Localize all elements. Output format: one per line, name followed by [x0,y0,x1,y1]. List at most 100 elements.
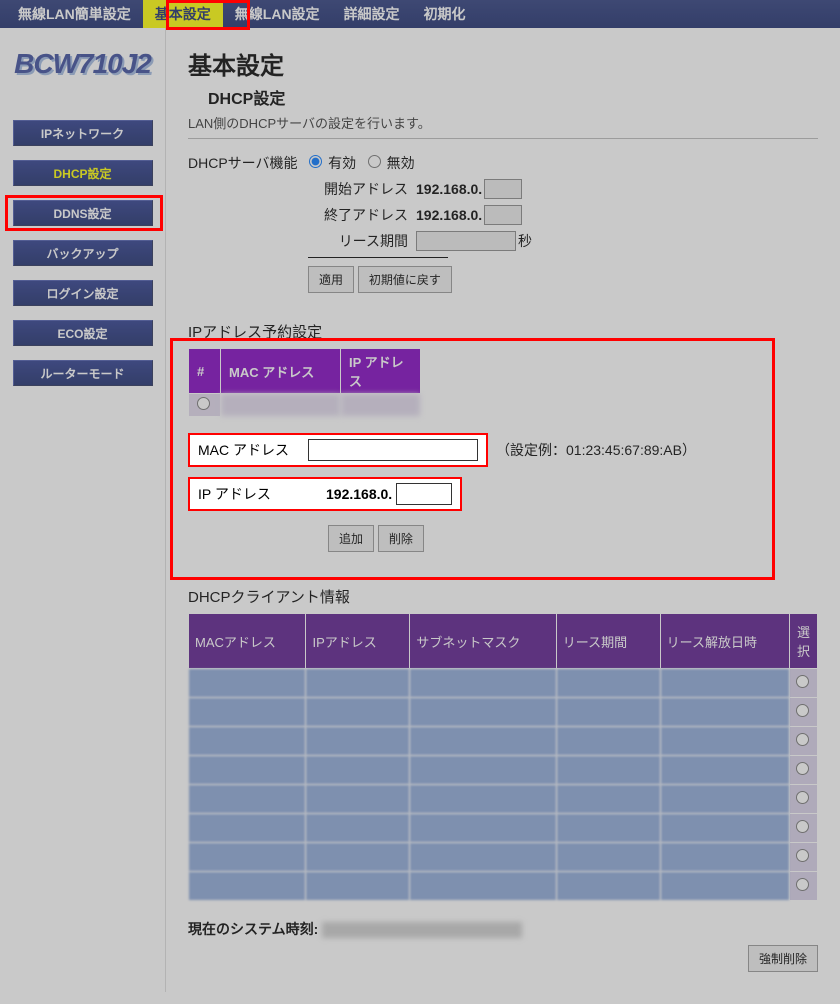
client-cell: xxxxxxxxxx [660,756,789,785]
client-select-cell [790,785,818,814]
client-select-cell [790,843,818,872]
sidebar-item-ddns[interactable]: DDNS設定 [13,200,153,226]
reset-button[interactable]: 初期値に戻す [358,266,452,293]
client-select-radio[interactable] [796,675,809,688]
dhcp-enable-radio[interactable] [309,155,322,168]
end-addr-input[interactable] [484,205,522,225]
cl-col-select: 選択 [790,614,818,669]
add-button[interactable]: 追加 [328,525,374,552]
reservation-row: 00:00:00:00:00 192.168.0 [189,394,421,417]
client-select-cell [790,698,818,727]
client-cell: xxxxxxxxxx [189,669,306,698]
client-cell: xxxxxxxxxx [306,756,410,785]
apply-button[interactable]: 適用 [308,266,354,293]
client-row: xxxxxxxxxxxxxxxxxxxxxxxxxxxxxxxxxxxxxxxx… [189,872,818,901]
sidebar-item-router[interactable]: ルーターモード [13,360,153,386]
client-cell: xxxxxxxxxx [410,727,556,756]
ip-input[interactable] [396,483,452,505]
mac-input[interactable] [308,439,478,461]
client-cell: xxxxxxxxxx [410,756,556,785]
start-addr-label: 開始アドレス [308,179,408,199]
client-cell: xxxxxxxxxx [556,669,660,698]
client-cell: xxxxxxxxxx [306,669,410,698]
start-addr-input[interactable] [484,179,522,199]
cl-col-mac: MACアドレス [189,614,306,669]
top-nav: 無線LAN簡単設定 基本設定 無線LAN設定 詳細設定 初期化 [0,0,840,28]
delete-button[interactable]: 削除 [378,525,424,552]
nav-wlan[interactable]: 無線LAN設定 [223,0,332,28]
client-select-cell [790,756,818,785]
client-cell: xxxxxxxxxx [410,872,556,901]
client-select-radio[interactable] [796,762,809,775]
ip-label: IP アドレス [198,484,308,504]
client-select-radio[interactable] [796,733,809,746]
ip-prefix: 192.168.0. [326,486,392,502]
res-col-mac: MAC アドレス [221,349,341,394]
systime-value [322,922,522,938]
clients-title: DHCPクライアント情報 [188,586,818,607]
client-cell: xxxxxxxxxx [556,785,660,814]
client-cell: xxxxxxxxxx [660,785,789,814]
client-row: xxxxxxxxxxxxxxxxxxxxxxxxxxxxxxxxxxxxxxxx… [189,814,818,843]
dhcp-disable-radio[interactable] [368,155,381,168]
client-cell: xxxxxxxxxx [189,698,306,727]
sidebar-item-login[interactable]: ログイン設定 [13,280,153,306]
client-cell: xxxxxxxxxx [189,727,306,756]
res-col-num: # [189,349,221,394]
sidebar: BCW710J2 IPネットワーク DHCP設定 DDNS設定 バックアップ ロ… [0,28,165,992]
sidebar-item-eco[interactable]: ECO設定 [13,320,153,346]
lease-label: リース期間 [308,231,408,251]
client-cell: xxxxxxxxxx [189,756,306,785]
sidebar-item-dhcp[interactable]: DHCP設定 [13,160,153,186]
dhcp-enable-label: 有効 [328,155,356,171]
dhcp-func-label: DHCPサーバ機能 [188,155,298,171]
client-select-radio[interactable] [796,791,809,804]
sidebar-item-ipnetwork[interactable]: IPネットワーク [13,120,153,146]
mac-field-box: MAC アドレス [188,433,488,467]
client-cell: xxxxxxxxxx [660,727,789,756]
res-row-mac: 00:00:00:00:00 [221,394,341,417]
reservation-title: IPアドレス予約設定 [188,321,818,342]
client-cell: xxxxxxxxxx [660,698,789,727]
client-select-radio[interactable] [796,849,809,862]
cl-col-ip: IPアドレス [306,614,410,669]
main-content: 基本設定 DHCP設定 LAN側のDHCPサーバの設定を行います。 DHCPサー… [165,28,840,992]
systime-label: 現在のシステム時刻: [188,921,318,937]
cl-col-lease: リース期間 [556,614,660,669]
client-row: xxxxxxxxxxxxxxxxxxxxxxxxxxxxxxxxxxxxxxxx… [189,785,818,814]
client-cell: xxxxxxxxxx [556,843,660,872]
client-cell: xxxxxxxxxx [556,756,660,785]
client-cell: xxxxxxxxxx [306,727,410,756]
ip-field-box: IP アドレス 192.168.0. [188,477,462,511]
sidebar-item-backup[interactable]: バックアップ [13,240,153,266]
client-cell: xxxxxxxxxx [189,785,306,814]
cl-col-subnet: サブネットマスク [410,614,556,669]
force-delete-button[interactable]: 強制削除 [748,945,818,972]
dhcp-disable-label: 無効 [387,155,415,171]
client-select-radio[interactable] [796,820,809,833]
client-cell: xxxxxxxxxx [306,785,410,814]
res-row-ip: 192.168.0 [341,394,421,417]
client-cell: xxxxxxxxxx [410,669,556,698]
client-cell: xxxxxxxxxx [660,669,789,698]
client-cell: xxxxxxxxxx [410,698,556,727]
nav-init[interactable]: 初期化 [412,0,478,28]
end-addr-prefix: 192.168.0. [416,207,482,223]
lease-input[interactable] [416,231,516,251]
nav-basic[interactable]: 基本設定 [143,0,223,28]
client-row: xxxxxxxxxxxxxxxxxxxxxxxxxxxxxxxxxxxxxxxx… [189,669,818,698]
client-cell: xxxxxxxxxx [306,872,410,901]
client-cell: xxxxxxxxxx [306,843,410,872]
client-cell: xxxxxxxxxx [556,814,660,843]
client-select-radio[interactable] [796,704,809,717]
res-row-radio[interactable] [197,397,210,410]
mac-label: MAC アドレス [198,440,308,460]
client-select-radio[interactable] [796,878,809,891]
nav-detail[interactable]: 詳細設定 [332,0,412,28]
res-col-ip: IP アドレス [341,349,421,394]
nav-wlan-easy[interactable]: 無線LAN簡単設定 [6,0,143,28]
client-cell: xxxxxxxxxx [410,785,556,814]
page-title: 基本設定 [188,46,818,81]
client-cell: xxxxxxxxxx [189,814,306,843]
client-row: xxxxxxxxxxxxxxxxxxxxxxxxxxxxxxxxxxxxxxxx… [189,843,818,872]
